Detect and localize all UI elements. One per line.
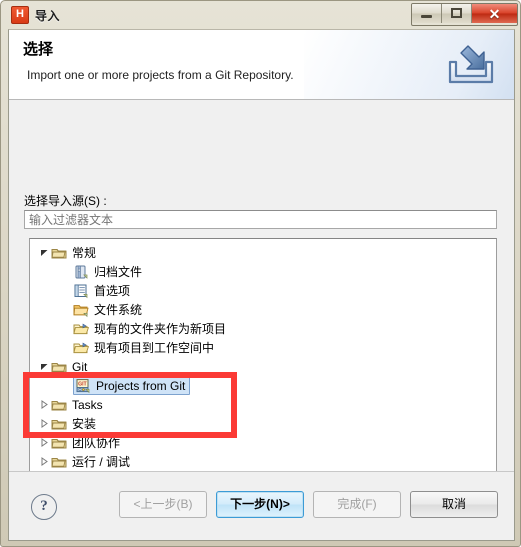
help-button[interactable]: ? bbox=[31, 494, 57, 520]
tree-item-label: 常规 bbox=[72, 245, 97, 260]
chevron-right-icon[interactable] bbox=[38, 395, 51, 414]
source-label: 选择导入源(S) : bbox=[24, 194, 107, 208]
window-controls: ✕ bbox=[411, 3, 518, 26]
import-dialog-window: H 导入 ✕ 选择 Import one or more projects fr… bbox=[0, 0, 521, 547]
import-icon bbox=[444, 42, 498, 88]
tree-item[interactable]: 现有项目到工作空间中 bbox=[30, 338, 496, 357]
tree-item-label: 团队协作 bbox=[72, 435, 121, 450]
app-logo-icon: H bbox=[11, 6, 29, 24]
archive-icon bbox=[73, 264, 89, 280]
chevron-right-icon[interactable] bbox=[38, 452, 51, 471]
maximize-icon bbox=[451, 8, 462, 18]
title-bar[interactable]: H 导入 ✕ bbox=[1, 1, 521, 29]
tree-item[interactable]: 文件系统 bbox=[30, 300, 496, 319]
dialog-header: 选择 Import one or more projects from a Gi… bbox=[9, 30, 514, 100]
page-description: Import one or more projects from a Git R… bbox=[27, 68, 294, 82]
tree-item-label: 首选项 bbox=[94, 283, 131, 298]
dialog-content: 选择导入源(S) : 常规 归档文件 首选项 文件系统 bbox=[9, 100, 514, 483]
dialog-footer: ? <上一步(B) 下一步(N)> 完成(F) 取消 bbox=[9, 471, 514, 540]
title-bar-left: H 导入 bbox=[11, 6, 60, 24]
chevron-down-icon[interactable] bbox=[38, 357, 51, 376]
tree-item[interactable]: 团队协作 bbox=[30, 433, 496, 452]
tree-item[interactable]: 运行 / 调试 bbox=[30, 452, 496, 471]
open-folder-icon bbox=[73, 340, 90, 356]
close-button[interactable]: ✕ bbox=[472, 4, 517, 23]
minimize-icon bbox=[421, 15, 432, 18]
folder-icon bbox=[51, 397, 67, 413]
folder-icon bbox=[51, 454, 67, 470]
next-button[interactable]: 下一步(N)> bbox=[216, 491, 304, 518]
back-button: <上一步(B) bbox=[119, 491, 207, 518]
folder-icon bbox=[51, 435, 67, 451]
tree-item-label: Git bbox=[72, 359, 88, 374]
tree-item-selected: GIT Projects from Git bbox=[73, 376, 191, 395]
maximize-button[interactable] bbox=[442, 4, 472, 23]
folder-icon bbox=[51, 416, 67, 432]
chevron-right-icon[interactable] bbox=[38, 414, 51, 433]
open-folder-icon bbox=[73, 321, 90, 337]
tree-item-label: Tasks bbox=[72, 397, 103, 412]
page-title: 选择 bbox=[23, 41, 54, 58]
tree-item-label: 现有的文件夹作为新项目 bbox=[94, 321, 227, 336]
svg-text:GIT: GIT bbox=[78, 381, 87, 387]
tree-item[interactable]: GIT Projects from Git bbox=[30, 376, 496, 395]
tree-item-label: Projects from Git bbox=[96, 378, 186, 393]
folder-icon bbox=[51, 245, 67, 261]
chevron-down-icon[interactable] bbox=[38, 243, 51, 262]
folder-icon bbox=[51, 359, 67, 375]
minimize-button[interactable] bbox=[412, 4, 442, 23]
cancel-button[interactable]: 取消 bbox=[410, 491, 498, 518]
tree-item[interactable]: Tasks bbox=[30, 395, 496, 414]
tree-item[interactable]: 安装 bbox=[30, 414, 496, 433]
tree-item-label: 现有项目到工作空间中 bbox=[94, 340, 215, 355]
import-source-tree[interactable]: 常规 归档文件 首选项 文件系统 现有的文件夹作为新项目 现有项目到工作空间中 bbox=[29, 238, 497, 483]
window-title: 导入 bbox=[35, 8, 61, 23]
footer-buttons: <上一步(B) 下一步(N)> 完成(F) 取消 bbox=[119, 491, 498, 518]
chevron-right-icon[interactable] bbox=[38, 433, 51, 452]
filter-input[interactable] bbox=[24, 210, 497, 229]
tree-item[interactable]: 首选项 bbox=[30, 281, 496, 300]
tree-item[interactable]: 归档文件 bbox=[30, 262, 496, 281]
tree-item-label: 文件系统 bbox=[94, 302, 143, 317]
finish-button: 完成(F) bbox=[313, 491, 401, 518]
filesystem-icon bbox=[73, 302, 89, 318]
tree-rows: 常规 归档文件 首选项 文件系统 现有的文件夹作为新项目 现有项目到工作空间中 bbox=[30, 239, 496, 471]
tree-item[interactable]: 现有的文件夹作为新项目 bbox=[30, 319, 496, 338]
preferences-icon bbox=[73, 283, 89, 299]
tree-item[interactable]: Git bbox=[30, 357, 496, 376]
tree-item-label: 归档文件 bbox=[94, 264, 143, 279]
tree-item-label: 安装 bbox=[72, 416, 97, 431]
tree-item-label: 运行 / 调试 bbox=[72, 454, 131, 469]
tree-item[interactable]: 常规 bbox=[30, 243, 496, 262]
git-icon: GIT bbox=[75, 378, 91, 394]
close-icon: ✕ bbox=[488, 6, 501, 22]
dialog-body: 选择 Import one or more projects from a Gi… bbox=[8, 29, 515, 541]
